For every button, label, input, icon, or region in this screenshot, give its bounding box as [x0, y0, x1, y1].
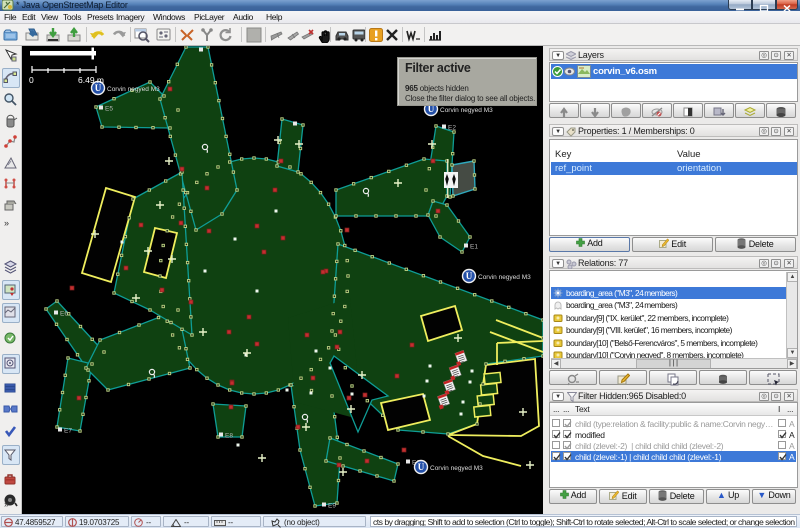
svg-text:E9: E9 — [328, 503, 336, 510]
svg-text:Corvin negyed M3: Corvin negyed M3 — [107, 86, 160, 93]
svg-text:Corvin negyed M3: Corvin negyed M3 — [430, 465, 483, 472]
svg-text:E1: E1 — [470, 244, 478, 251]
svg-text:0: 0 — [29, 75, 34, 85]
svg-text:E6: E6 — [60, 311, 68, 318]
svg-text:E2: E2 — [448, 125, 456, 132]
svg-text:6.49 m: 6.49 m — [78, 75, 104, 85]
svg-text:E8: E8 — [225, 433, 233, 440]
svg-text:E5: E5 — [105, 106, 113, 113]
svg-text:U: U — [466, 271, 473, 281]
svg-text:Corvin negyed M3: Corvin negyed M3 — [478, 274, 531, 281]
svg-text:Corvin negyed M3: Corvin negyed M3 — [440, 107, 493, 114]
svg-text:E7: E7 — [64, 428, 72, 435]
svg-text:U: U — [418, 462, 425, 472]
